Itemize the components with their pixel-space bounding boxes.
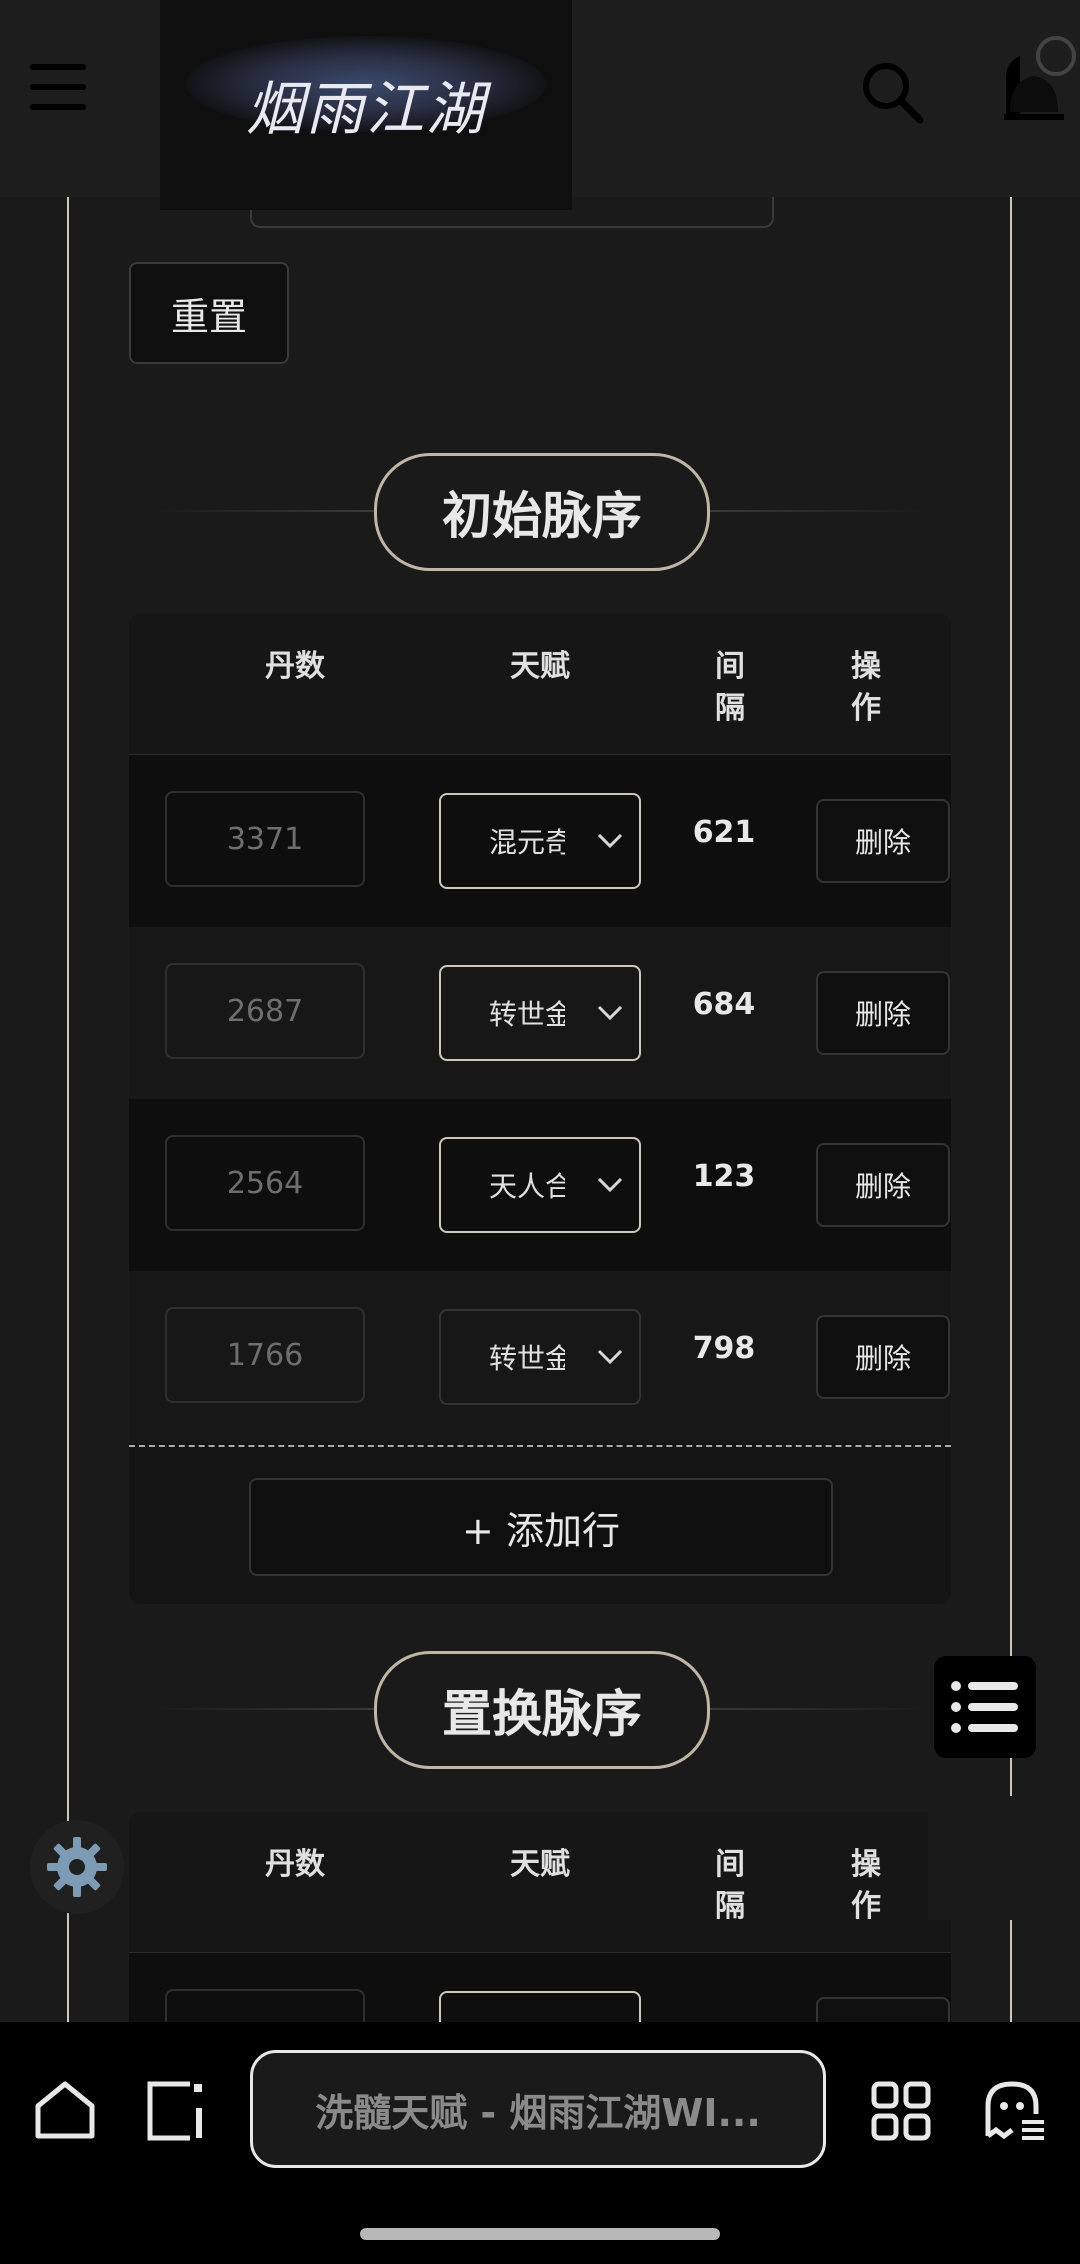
delete-row-button[interactable]: 删除: [816, 971, 950, 1055]
home-icon[interactable]: [34, 2080, 96, 2140]
address-bar[interactable]: 洗髓天赋 - 烟雨江湖WI...: [250, 2050, 826, 2168]
gap-value: 798: [692, 1331, 756, 1366]
reset-button[interactable]: 重置: [129, 262, 289, 364]
table-header: 丹数 天赋 间 隔 操 作: [129, 614, 951, 756]
talent-select[interactable]: 转世金: [439, 965, 641, 1061]
notification-bell-icon[interactable]: [1000, 32, 1080, 122]
delete-row-button[interactable]: 删除: [816, 1315, 950, 1399]
frame-left-border: [67, 197, 69, 2027]
dashed-divider: [129, 1445, 951, 1447]
dan-input[interactable]: 2687: [165, 963, 365, 1059]
talent-select-value: 天人合: [489, 1170, 565, 1203]
talent-select[interactable]: 转世金: [439, 1309, 641, 1405]
tabs-icon[interactable]: [146, 2080, 208, 2142]
chevron-down-icon: [597, 833, 623, 849]
section-title-initial: 初始脉序: [374, 453, 710, 571]
chevron-down-icon: [597, 1005, 623, 1021]
dan-input[interactable]: 2564: [165, 1135, 365, 1231]
top-header: 烟雨江湖: [0, 0, 1080, 210]
column-header-dan: 丹数: [265, 649, 325, 684]
delete-row-button[interactable]: 删除: [816, 799, 950, 883]
column-header-gap: 间 隔: [715, 649, 745, 726]
column-header-action: 操 作: [851, 649, 881, 726]
dan-input[interactable]: 3371: [165, 791, 365, 887]
column-header-talent: 天赋: [510, 649, 570, 684]
talent-select-value: 混元奇: [489, 826, 565, 859]
talent-select[interactable]: 混元奇: [439, 793, 641, 889]
chevron-down-icon: [597, 1349, 623, 1365]
column-header-gap: 间 隔: [715, 1847, 745, 1924]
talent-select[interactable]: 天人合: [439, 1137, 641, 1233]
table-row: 2687 转世金 684 删除: [129, 927, 951, 1101]
add-row-button[interactable]: + 添加行: [249, 1478, 833, 1576]
table-row: 2564 天人合 123 删除: [129, 1099, 951, 1273]
delete-row-button[interactable]: 删除: [816, 1143, 950, 1227]
apps-grid-icon[interactable]: [870, 2080, 932, 2142]
talent-select-value: 转世金: [489, 1342, 565, 1375]
floating-panel: [928, 1796, 1052, 1920]
gap-value: 621: [692, 815, 756, 850]
settings-button[interactable]: [30, 1820, 124, 1914]
section-title-replace: 置换脉序: [374, 1651, 710, 1769]
initial-sequence-table: 丹数 天赋 间 隔 操 作 3371 混元奇 621 删除 2687 转世金 6…: [129, 614, 951, 1604]
gap-value: 684: [692, 987, 756, 1022]
talent-select-value: 转世金: [489, 998, 565, 1031]
menu-icon[interactable]: [30, 64, 86, 112]
column-header-dan: 丹数: [265, 1847, 325, 1882]
home-indicator[interactable]: [360, 2228, 720, 2240]
table-of-contents-button[interactable]: [934, 1656, 1036, 1758]
site-logo[interactable]: 烟雨江湖: [160, 0, 572, 210]
column-header-action: 操 作: [851, 1847, 881, 1924]
table-row: 1766 转世金 798 删除: [129, 1271, 951, 1443]
list-icon: [951, 1681, 1018, 1733]
gap-value: 123: [692, 1159, 756, 1194]
logo-text: 烟雨江湖: [245, 75, 486, 143]
column-header-talent: 天赋: [510, 1847, 570, 1882]
browser-bottom-bar: 洗髓天赋 - 烟雨江湖WI...: [0, 2022, 1080, 2264]
table-row: 3371 混元奇 621 删除: [129, 755, 951, 929]
chevron-down-icon: [597, 1177, 623, 1193]
gear-icon: [47, 1837, 107, 1897]
dan-input[interactable]: 1766: [165, 1307, 365, 1403]
table-header: 丹数 天赋 间 隔 操 作: [129, 1812, 951, 1954]
search-icon[interactable]: [858, 58, 926, 126]
ghost-menu-icon[interactable]: [982, 2078, 1046, 2142]
